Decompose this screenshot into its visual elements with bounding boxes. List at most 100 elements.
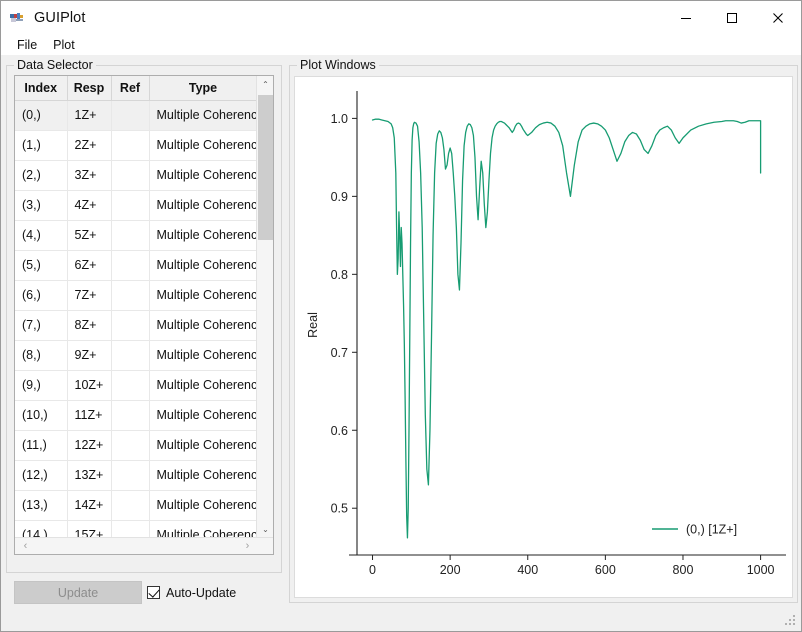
cell-ref xyxy=(111,250,149,280)
scroll-left-icon[interactable]: ‹ xyxy=(17,538,34,554)
cell-ref xyxy=(111,220,149,250)
app-logo-icon xyxy=(10,10,26,26)
resize-grip[interactable] xyxy=(785,615,797,627)
cell-ref xyxy=(111,400,149,430)
cell-index: (2,) xyxy=(15,160,67,190)
menu-item-plot[interactable]: Plot xyxy=(46,36,82,54)
scroll-up-icon[interactable]: ⌃ xyxy=(257,76,274,93)
cell-index: (0,) xyxy=(15,100,67,130)
table-row[interactable]: (2,)3Z+ Multiple Coherence xyxy=(15,160,257,190)
plot-canvas[interactable]: 0.50.60.70.80.91.002004006008001000Real(… xyxy=(294,76,793,598)
cell-ref xyxy=(111,460,149,490)
plot-windows-title: Plot Windows xyxy=(297,58,379,72)
y-tick-label: 0.7 xyxy=(331,346,348,360)
cell-type: Multiple Coherence xyxy=(149,220,257,250)
table-horizontal-scrollbar[interactable]: ‹ › xyxy=(15,537,274,554)
cell-resp: 3Z+ xyxy=(67,160,111,190)
cell-type: Multiple Coherence xyxy=(149,490,257,520)
column-header-index[interactable]: Index xyxy=(15,76,67,100)
cell-type: Multiple Coherence xyxy=(149,100,257,130)
scroll-right-icon[interactable]: › xyxy=(239,538,256,554)
table-row[interactable]: (6,)7Z+ Multiple Coherence xyxy=(15,280,257,310)
cell-type: Multiple Coherence xyxy=(149,130,257,160)
cell-type: Multiple Coherence xyxy=(149,340,257,370)
cell-ref xyxy=(111,190,149,220)
column-header-ref[interactable]: Ref xyxy=(111,76,149,100)
title-bar: GUIPlot xyxy=(1,1,801,34)
scroll-down-icon[interactable]: ⌄ xyxy=(257,521,274,538)
data-table-frame: Index Resp Ref Type (0,)1Z+Multiple Cohe… xyxy=(14,75,274,555)
cell-index: (3,) xyxy=(15,190,67,220)
y-tick-label: 0.6 xyxy=(331,424,348,438)
cell-index: (6,) xyxy=(15,280,67,310)
table-row[interactable]: (9,)10Z+Multiple Coherence xyxy=(15,370,257,400)
cell-ref xyxy=(111,430,149,460)
cell-type: Multiple Coherence xyxy=(149,400,257,430)
table-row[interactable]: (3,)4Z+Multiple Coherence xyxy=(15,190,257,220)
cell-resp: 14Z+ xyxy=(67,490,111,520)
cell-type: Multiple Coherence xyxy=(149,190,257,220)
column-header-resp[interactable]: Resp xyxy=(67,76,111,100)
update-button[interactable]: Update xyxy=(14,581,142,604)
coherence-line-chart: 0.50.60.70.80.91.002004006008001000Real(… xyxy=(295,77,794,599)
cell-index: (11,) xyxy=(15,430,67,460)
table-row[interactable]: (11,)12Z+Multiple Coherence xyxy=(15,430,257,460)
table-row[interactable]: (1,)2Z+ Multiple Coherence xyxy=(15,130,257,160)
cell-resp: 10Z+ xyxy=(67,370,111,400)
x-tick-label: 800 xyxy=(673,563,694,577)
y-tick-label: 1.0 xyxy=(331,112,348,126)
cell-ref xyxy=(111,100,149,130)
legend-label: (0,) [1Z+] xyxy=(686,523,737,537)
cell-index: (4,) xyxy=(15,220,67,250)
cell-resp: 2Z+ xyxy=(67,130,111,160)
y-tick-label: 0.8 xyxy=(331,268,348,282)
column-header-type[interactable]: Type xyxy=(149,76,257,100)
cell-index: (1,) xyxy=(15,130,67,160)
x-tick-label: 600 xyxy=(595,563,616,577)
table-row[interactable]: (5,)6Z+Multiple Coherence xyxy=(15,250,257,280)
cell-index: (12,) xyxy=(15,460,67,490)
auto-update-checkbox[interactable]: Auto-Update xyxy=(147,581,236,604)
data-selector-title: Data Selector xyxy=(14,58,96,72)
cell-ref xyxy=(111,490,149,520)
menu-bar: File Plot xyxy=(1,34,801,55)
cell-resp: 7Z+ xyxy=(67,280,111,310)
x-tick-label: 1000 xyxy=(747,563,775,577)
cell-type: Multiple Coherence xyxy=(149,280,257,310)
cell-type: Multiple Coherence xyxy=(149,430,257,460)
x-tick-label: 200 xyxy=(440,563,461,577)
cell-index: (9,) xyxy=(15,370,67,400)
plot-windows-group: Plot Windows 0.50.60.70.80.91.0020040060… xyxy=(289,65,798,603)
cell-type: Multiple Coherence xyxy=(149,160,257,190)
checkbox-check-icon[interactable] xyxy=(147,586,160,599)
table-row[interactable]: (13,)14Z+ Multiple Coherence xyxy=(15,490,257,520)
cell-index: (10,) xyxy=(15,400,67,430)
minimize-icon xyxy=(680,12,692,24)
table-row[interactable]: (7,)8Z+Multiple Coherence xyxy=(15,310,257,340)
table-vertical-scrollbar[interactable]: ⌃ ⌄ xyxy=(256,76,273,538)
cell-resp: 8Z+ xyxy=(67,310,111,340)
table-row[interactable]: (8,)9Z+Multiple Coherence xyxy=(15,340,257,370)
window-title: GUIPlot xyxy=(34,10,85,26)
table-row[interactable]: (4,)5Z+ Multiple Coherence xyxy=(15,220,257,250)
table-header-row: Index Resp Ref Type xyxy=(15,76,257,100)
table-row[interactable]: (10,)11Z+Multiple Coherence xyxy=(15,400,257,430)
cell-resp: 5Z+ xyxy=(67,220,111,250)
cell-resp: 13Z+ xyxy=(67,460,111,490)
cell-type: Multiple Coherence xyxy=(149,250,257,280)
cell-ref xyxy=(111,130,149,160)
cell-type: Multiple Coherence xyxy=(149,310,257,340)
y-tick-label: 0.5 xyxy=(331,502,348,516)
vertical-scroll-thumb[interactable] xyxy=(258,95,273,240)
y-axis-label: Real xyxy=(306,312,320,338)
minimize-button[interactable] xyxy=(663,1,709,34)
y-tick-label: 0.9 xyxy=(331,190,348,204)
cell-index: (8,) xyxy=(15,340,67,370)
table-row[interactable]: (0,)1Z+Multiple Coherence xyxy=(15,100,257,130)
maximize-button[interactable] xyxy=(709,1,755,34)
table-row[interactable]: (12,)13Z+Multiple Coherence xyxy=(15,460,257,490)
cell-index: (13,) xyxy=(15,490,67,520)
menu-item-file[interactable]: File xyxy=(10,36,44,54)
close-button[interactable] xyxy=(755,1,801,34)
cell-ref xyxy=(111,340,149,370)
